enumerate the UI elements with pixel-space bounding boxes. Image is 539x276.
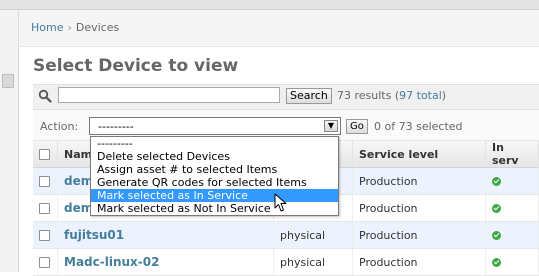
selected-count: 0 of 73 selected	[374, 120, 463, 133]
in-service-cell	[485, 194, 539, 222]
row-checkbox[interactable]	[39, 257, 50, 268]
action-option[interactable]: Delete selected Devices	[91, 150, 338, 163]
action-select-value: ---------	[98, 120, 134, 133]
check-icon	[492, 231, 501, 240]
total-link[interactable]: 97 total	[399, 89, 442, 102]
type-cell: physical	[273, 248, 353, 276]
service-level-cell: Production	[352, 221, 486, 249]
row-select-cell	[33, 194, 58, 222]
breadcrumb: Home › Devices	[31, 21, 119, 34]
row-select-cell	[33, 248, 58, 276]
action-option[interactable]: Assign asset # to selected Items	[91, 163, 338, 176]
in-service-cell	[485, 248, 539, 276]
top-bar	[0, 0, 539, 10]
check-icon	[492, 204, 501, 213]
device-link[interactable]: dem	[64, 174, 93, 188]
service-level-cell: Production	[352, 194, 486, 222]
search-bar: Search 73 results (97 total)	[33, 84, 539, 110]
device-link[interactable]: dem	[64, 201, 93, 215]
search-button[interactable]: Search	[286, 88, 332, 104]
result-count-suffix: )	[441, 89, 447, 102]
action-label: Action:	[40, 120, 79, 133]
result-count: 73 results (97 total)	[337, 89, 446, 102]
type-cell: physical	[273, 221, 353, 249]
table-row: fujitsu01 physical Production	[33, 221, 539, 249]
select-all-header	[33, 141, 58, 168]
table-row: Madc-linux-02 physical Production	[33, 248, 539, 276]
result-count-text: 73 results (	[337, 89, 400, 102]
device-link[interactable]: Madc-linux-02	[64, 255, 159, 269]
check-icon	[492, 177, 501, 186]
column-header-in-service[interactable]: In serv	[485, 141, 539, 168]
column-header-service-level[interactable]: Service level	[352, 141, 486, 168]
mouse-pointer-icon	[274, 193, 287, 212]
search-input[interactable]	[58, 87, 280, 103]
go-button[interactable]: Go	[346, 119, 368, 134]
row-select-cell	[33, 167, 58, 195]
action-select[interactable]: --------- ▼	[89, 117, 341, 135]
action-dropdown-list: --------- Delete selected Devices Assign…	[90, 136, 339, 216]
breadcrumb-bar: Home › Devices	[19, 10, 539, 47]
in-service-cell	[485, 221, 539, 249]
row-select-cell	[33, 221, 58, 249]
action-option[interactable]: Mark selected as Not In Service	[91, 202, 338, 215]
action-option[interactable]: ---------	[91, 137, 338, 150]
search-icon	[38, 89, 52, 103]
breadcrumb-separator: ›	[67, 21, 72, 34]
chevron-down-icon[interactable]: ▼	[324, 120, 338, 132]
breadcrumb-home-link[interactable]: Home	[31, 21, 63, 34]
left-gutter	[0, 10, 19, 272]
action-option-highlighted[interactable]: Mark selected as In Service	[91, 189, 338, 202]
in-service-cell	[485, 167, 539, 195]
name-cell: Madc-linux-02	[57, 248, 274, 276]
device-link[interactable]: fujitsu01	[64, 228, 124, 242]
page-title: Select Device to view	[33, 56, 239, 76]
gutter-handle[interactable]	[2, 74, 14, 88]
service-level-cell: Production	[352, 248, 486, 276]
row-checkbox[interactable]	[39, 176, 50, 187]
check-icon	[492, 258, 501, 267]
breadcrumb-current: Devices	[75, 21, 120, 34]
row-checkbox[interactable]	[39, 203, 50, 214]
name-cell: fujitsu01	[57, 221, 274, 249]
action-option[interactable]: Generate QR codes for selected Items	[91, 176, 338, 189]
select-all-checkbox[interactable]	[39, 149, 50, 160]
row-checkbox[interactable]	[39, 230, 50, 241]
service-level-cell: Production	[352, 167, 486, 195]
